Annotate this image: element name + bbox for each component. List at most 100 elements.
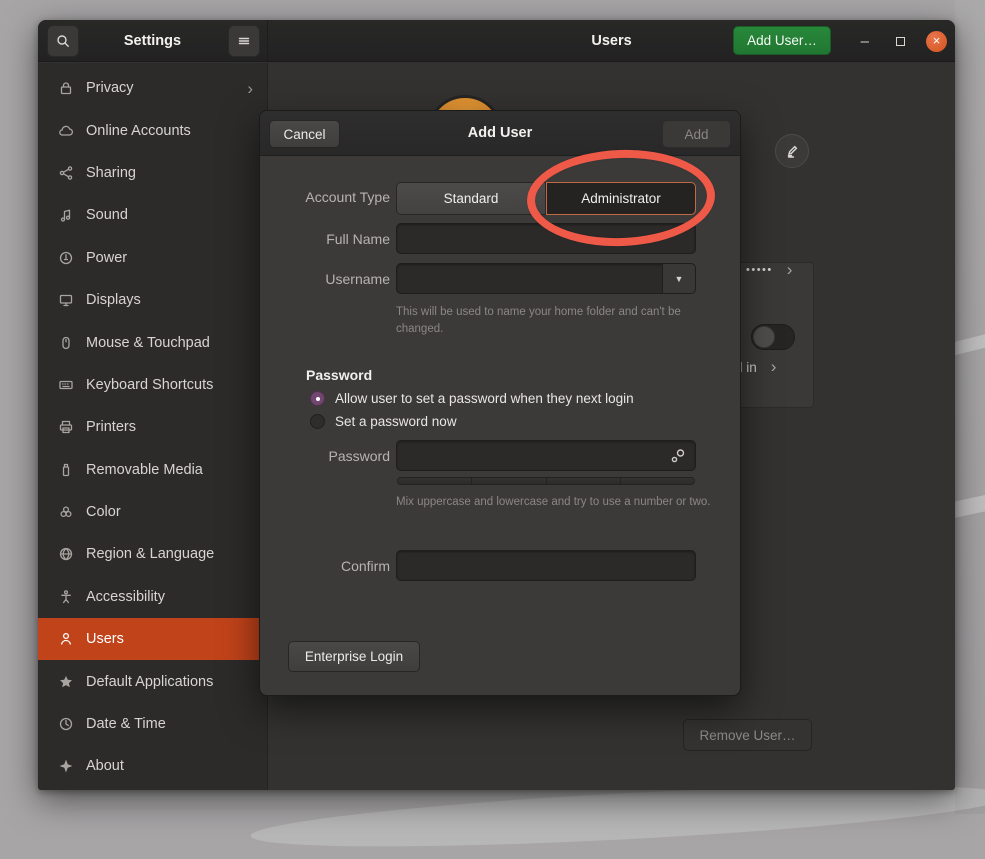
automatic-login-toggle[interactable] (751, 324, 795, 350)
password-strength-meter (397, 477, 695, 485)
sidebar-item-label: Accessibility (86, 589, 253, 605)
keyboard-icon (58, 377, 74, 393)
password-entry (396, 440, 696, 471)
account-type-label: Account Type (260, 189, 390, 205)
color-icon (58, 504, 74, 520)
sidebar-item-label: Keyboard Shortcuts (86, 377, 253, 393)
password-row-preview[interactable]: ••••• › (746, 260, 792, 280)
sidebar-item-default-applications[interactable]: Default Applications (38, 660, 267, 702)
password-strength-segment (621, 478, 694, 484)
password-strength-segment (398, 478, 472, 484)
password-strength-segment (472, 478, 546, 484)
password-label: Password (260, 448, 390, 464)
sidebar: Privacy › Online Accounts Sharing Sound … (38, 63, 268, 790)
headerbar-sidebar-section: Settings (38, 20, 268, 61)
hamburger-menu-icon (236, 33, 252, 49)
sidebar-item-label: Sound (86, 207, 253, 223)
sidebar-item-label: Mouse & Touchpad (86, 335, 253, 351)
toggle-knob (753, 326, 775, 348)
accessibility-icon (58, 589, 74, 605)
full-name-label: Full Name (260, 231, 390, 247)
minimize-button[interactable]: – (861, 20, 869, 62)
maximize-button[interactable] (896, 37, 905, 46)
sidebar-item-removable-media[interactable]: Removable Media (38, 449, 267, 491)
sidebar-item-sound[interactable]: Sound (38, 194, 267, 236)
sidebar-item-label: Online Accounts (86, 123, 253, 139)
add-user-button[interactable]: Add User… (733, 26, 831, 55)
sound-icon (58, 207, 74, 223)
radio-next-login-label: Allow user to set a password when they n… (335, 391, 634, 406)
sidebar-item-label: Region & Language (86, 546, 253, 562)
chevron-right-icon: › (247, 80, 253, 97)
password-input[interactable] (397, 441, 695, 470)
confirm-entry (396, 550, 696, 581)
share-icon (58, 165, 74, 181)
sidebar-item-about[interactable]: About (38, 745, 267, 787)
headerbar: Settings Users Add User… – × (38, 20, 955, 62)
menu-button[interactable] (228, 25, 260, 57)
full-name-entry (396, 223, 696, 254)
confirm-input[interactable] (397, 551, 695, 580)
dialog-header: Add User Cancel Add (260, 111, 740, 156)
close-button[interactable]: × (926, 31, 947, 52)
chevron-right-icon: › (787, 260, 793, 280)
globe-icon (58, 546, 74, 562)
generate-password-icon[interactable] (669, 447, 687, 465)
username-entry: ▼ (396, 263, 696, 294)
radio-next-login[interactable]: Allow user to set a password when they n… (310, 391, 634, 406)
lock-icon (58, 80, 74, 96)
sidebar-item-printers[interactable]: Printers (38, 406, 267, 448)
sidebar-item-date-time[interactable]: Date & Time (38, 703, 267, 745)
sidebar-item-displays[interactable]: Displays (38, 279, 267, 321)
sidebar-item-label: Privacy (86, 80, 247, 96)
administrator-button[interactable]: Administrator (546, 182, 696, 215)
sidebar-item-label: Users (86, 631, 253, 647)
username-label: Username (260, 271, 390, 287)
sidebar-item-label: Color (86, 504, 253, 520)
add-user-dialog: Add User Cancel Add Account Type Standar… (259, 110, 741, 696)
account-type-group: Standard Administrator (396, 182, 696, 215)
sidebar-item-keyboard-shortcuts[interactable]: Keyboard Shortcuts (38, 364, 267, 406)
sidebar-item-sharing[interactable]: Sharing (38, 152, 267, 194)
page-title: Users (268, 20, 955, 62)
sidebar-item-region-language[interactable]: Region & Language (38, 533, 267, 575)
sidebar-item-label: Default Applications (86, 674, 253, 690)
sidebar-item-privacy[interactable]: Privacy › (38, 67, 267, 109)
username-input[interactable] (397, 264, 695, 293)
sidebar-item-mouse-touchpad[interactable]: Mouse & Touchpad (38, 321, 267, 363)
sidebar-item-online-accounts[interactable]: Online Accounts (38, 109, 267, 151)
cancel-button[interactable]: Cancel (269, 120, 340, 148)
pencil-icon (784, 143, 800, 159)
removable-media-icon (58, 462, 74, 478)
password-dots: ••••• (746, 264, 773, 276)
sidebar-item-users[interactable]: Users (38, 618, 267, 660)
about-icon (58, 758, 74, 774)
display-icon (58, 292, 74, 308)
wallpaper-edge (955, 0, 985, 814)
sidebar-item-label: Removable Media (86, 462, 253, 478)
printer-icon (58, 419, 74, 435)
sidebar-item-label: About (86, 758, 253, 774)
mouse-icon (58, 335, 74, 351)
edit-avatar-button[interactable] (775, 134, 809, 168)
username-hint: This will be used to name your home fold… (396, 304, 708, 337)
enterprise-login-button[interactable]: Enterprise Login (288, 641, 420, 672)
settings-window: Settings Users Add User… – × Privacy › O… (38, 20, 955, 790)
sidebar-item-accessibility[interactable]: Accessibility (38, 576, 267, 618)
sidebar-item-power[interactable]: Power (38, 237, 267, 279)
radio-set-now-label: Set a password now (335, 414, 457, 429)
remove-user-button[interactable]: Remove User… (683, 719, 812, 751)
cloud-icon (58, 123, 74, 139)
add-button[interactable]: Add (662, 120, 731, 148)
radio-unchecked-icon (310, 414, 325, 429)
sidebar-item-color[interactable]: Color (38, 491, 267, 533)
power-icon (58, 250, 74, 266)
radio-set-now[interactable]: Set a password now (310, 414, 457, 429)
full-name-input[interactable] (397, 224, 695, 253)
confirm-label: Confirm (260, 558, 390, 574)
radio-checked-icon (310, 391, 325, 406)
standard-button[interactable]: Standard (396, 182, 546, 215)
username-dropdown-button[interactable]: ▼ (662, 264, 695, 293)
chevron-right-icon: › (771, 357, 777, 377)
sidebar-item-label: Displays (86, 292, 253, 308)
